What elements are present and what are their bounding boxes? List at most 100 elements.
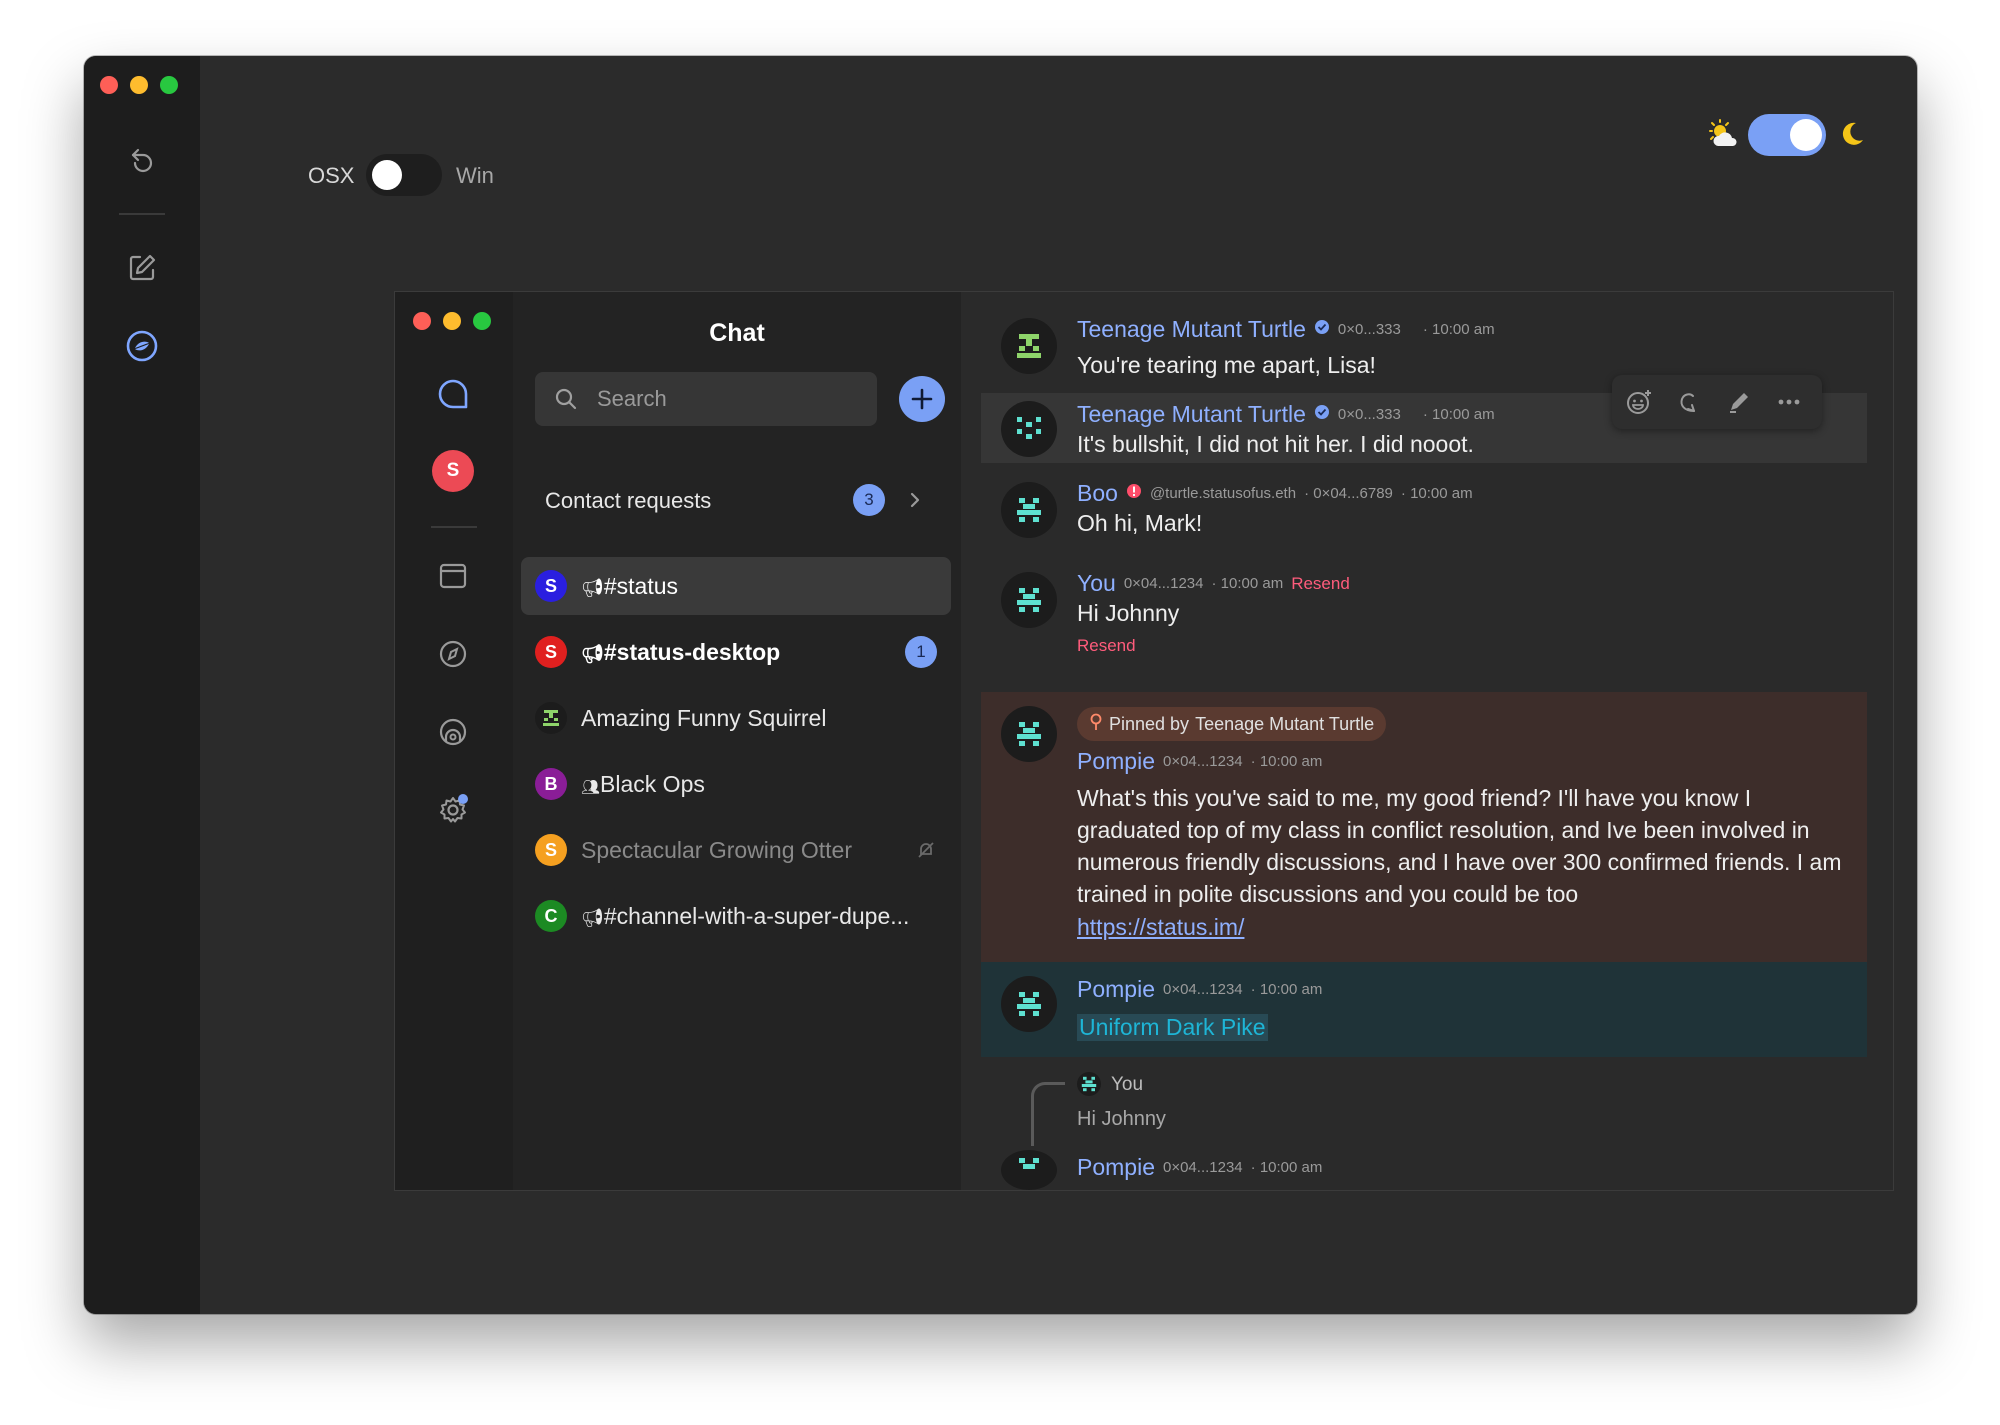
channel-avatar: S (535, 834, 567, 866)
megaphone-icon: 📢︎ (581, 908, 604, 928)
message-item[interactable]: You 0×04...1234 · 10:00 am Resend Hi Joh… (981, 562, 1867, 672)
message-username[interactable]: You (1077, 570, 1116, 597)
pixel-avatar (1001, 572, 1057, 628)
message-actions-toolbar (1612, 375, 1822, 429)
close-button[interactable] (100, 76, 118, 94)
channel-item-status-desktop[interactable]: S 📢︎#status-desktop 1 (521, 623, 951, 681)
reply-message-item[interactable]: You Hi Johnny Pompie 0×04...1234 · 10:00… (981, 1062, 1867, 1190)
app-minimize-button[interactable] (443, 312, 461, 330)
pixel-avatar (1001, 401, 1057, 457)
message-username[interactable]: Pompie (1077, 748, 1155, 775)
app-close-button[interactable] (413, 312, 431, 330)
search-icon (553, 386, 579, 412)
channel-item-spectacular-growing-otter[interactable]: S Spectacular Growing Otter (521, 821, 951, 879)
message-username[interactable]: Boo (1077, 480, 1118, 507)
message-username[interactable]: Teenage Mutant Turtle (1077, 401, 1306, 428)
reply-icon[interactable] (1672, 385, 1706, 419)
app-maximize-button[interactable] (473, 312, 491, 330)
platform-label-osx: OSX (308, 163, 355, 188)
resend-link[interactable]: Resend (1291, 574, 1350, 594)
channel-label: 📢︎#channel-with-a-super-dupe... (581, 903, 910, 929)
message-time: · 10:00 am (1250, 981, 1323, 998)
verified-icon (1314, 404, 1330, 425)
chat-list-panel: Chat Search Contact requests 3 S � (513, 292, 961, 1190)
platform-label-win: Win (456, 163, 494, 188)
minimize-button[interactable] (130, 76, 148, 94)
message-time: · 10:00 am (1211, 575, 1284, 592)
muted-bell-icon (915, 839, 937, 861)
message-text: Hi Johnny (1077, 600, 1180, 626)
message-text: What's this you've said to me, my good f… (1077, 785, 1842, 907)
reply-avatar (1077, 1072, 1101, 1096)
channel-label: Amazing Funny Squirrel (581, 705, 827, 731)
platform-toggle-knob (372, 160, 402, 190)
channel-item-status[interactable]: S 📢︎#status (521, 557, 951, 615)
browser-icon[interactable] (433, 556, 473, 596)
pinned-prefix: Pinned by (1109, 713, 1190, 734)
message-text: It's bullshit, I did not hit her. I did … (1077, 431, 1474, 457)
mention-tag[interactable]: Uniform Dark Pike (1077, 1014, 1268, 1041)
pinned-tag: Pinned by Teenage Mutant Turtle (1077, 707, 1387, 741)
pinned-by-user[interactable]: Teenage Mutant Turtle (1195, 714, 1374, 735)
pixel-avatar (1001, 976, 1057, 1032)
pixel-avatar (1001, 706, 1057, 762)
contact-requests-count: 3 (853, 484, 885, 516)
search-box[interactable]: Search (535, 372, 877, 426)
channel-label: Spectacular Growing Otter (581, 837, 853, 863)
message-time: · 10:00 am (1400, 485, 1473, 502)
message-item[interactable]: Pompie 0×04...1234 · 10:00 am Uniform Da… (981, 962, 1867, 1057)
message-username[interactable]: Pompie (1077, 1154, 1155, 1181)
pixel-avatar (1001, 482, 1057, 538)
channel-item-channel-with-a-super-duper[interactable]: C 📢︎#channel-with-a-super-dupe... (521, 887, 951, 945)
contact-requests-row[interactable]: Contact requests 3 (521, 472, 951, 528)
group-icon: 👥︎ (581, 779, 601, 796)
message-item[interactable]: Boo @turtle.statusofus.eth · 0×04...6789… (981, 472, 1867, 552)
search-input[interactable]: Search (597, 386, 667, 412)
platform-toggle[interactable] (366, 154, 442, 196)
wallet-icon[interactable] (433, 712, 473, 752)
theme-toggle[interactable] (1748, 114, 1826, 156)
megaphone-icon: 📢︎ (581, 644, 604, 664)
warning-icon (1126, 483, 1142, 504)
maximize-button[interactable] (160, 76, 178, 94)
sun-cloud-icon (1703, 116, 1743, 152)
message-time: · 10:00 am (1422, 406, 1495, 423)
message-ens: @turtle.statusofus.eth (1149, 485, 1297, 502)
message-link[interactable]: https://status.im/ (1077, 914, 1244, 941)
pinned-message-item[interactable]: Pinned by Teenage Mutant Turtle Pompie 0… (981, 692, 1867, 962)
chat-bubble-icon[interactable] (433, 374, 473, 414)
settings-gear-icon[interactable] (433, 790, 473, 830)
message-time: · 10:00 am (1422, 321, 1495, 338)
channel-item-black-ops[interactable]: B 👥︎Black Ops (521, 755, 951, 813)
channel-item-amazing-funny-squirrel[interactable]: Amazing Funny Squirrel (521, 689, 951, 747)
message-time: · 10:00 am (1250, 1159, 1323, 1176)
message-item[interactable]: Teenage Mutant Turtle 0×0...333 · 10:00 … (981, 292, 1867, 382)
compose-icon[interactable] (122, 248, 162, 288)
channel-label: 👥︎Black Ops (581, 771, 705, 797)
reply-connector (1031, 1082, 1065, 1146)
pin-icon (1089, 713, 1103, 736)
unread-badge: 1 (905, 636, 937, 668)
message-address: 0×0...333 (1337, 406, 1401, 423)
message-address: 0×04...1234 (1162, 1159, 1243, 1176)
chat-title: Chat (709, 319, 765, 347)
message-username[interactable]: Teenage Mutant Turtle (1077, 316, 1306, 343)
more-options-icon[interactable] (1772, 385, 1806, 419)
message-address: 0×04...1234 (1162, 753, 1243, 770)
message-username[interactable]: Pompie (1077, 976, 1155, 1003)
outer-window: OSX Win S Chat Search Contact requests 3… (84, 56, 1917, 1314)
rail-avatar[interactable]: S (432, 450, 474, 492)
new-chat-button[interactable] (899, 376, 945, 422)
message-address: 0×0...333 (1337, 321, 1401, 338)
undo-icon[interactable] (122, 140, 162, 180)
resend-button[interactable]: Resend (1077, 636, 1136, 656)
add-reaction-icon[interactable] (1622, 385, 1656, 419)
status-logo-icon[interactable] (122, 326, 162, 366)
sidebar-divider (119, 213, 165, 215)
compass-icon[interactable] (433, 634, 473, 674)
channel-avatar: B (535, 768, 567, 800)
edit-pencil-icon[interactable] (1722, 385, 1756, 419)
plus-icon (911, 388, 933, 410)
messages-pane: Teenage Mutant Turtle 0×0...333 · 10:00 … (961, 292, 1893, 1190)
channel-avatar: S (535, 570, 567, 602)
